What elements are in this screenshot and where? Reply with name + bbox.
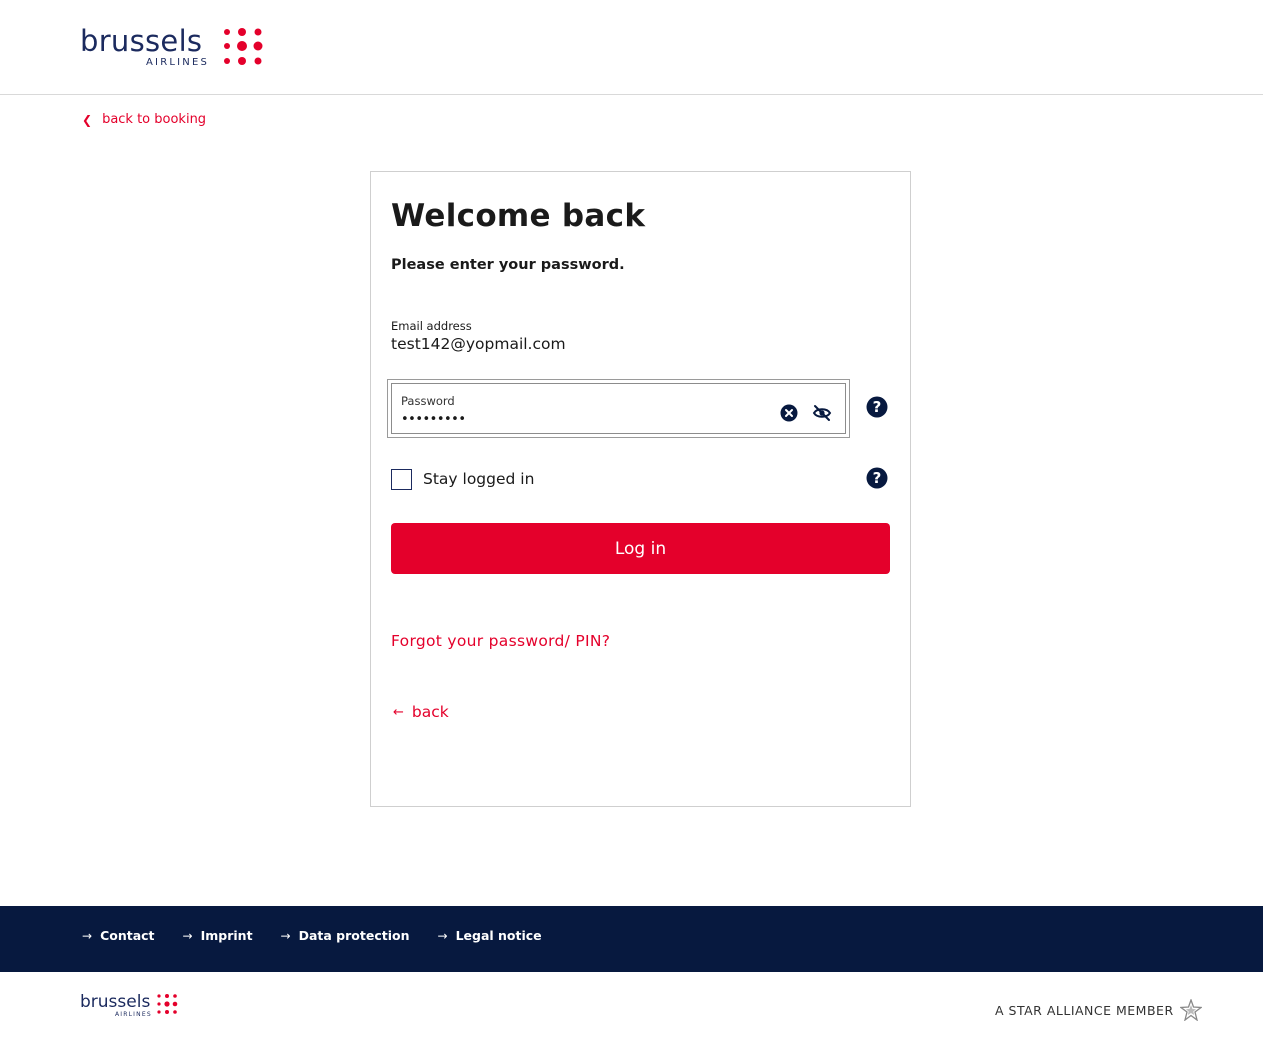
logo-subtext: AIRLINES <box>146 57 210 68</box>
footer-logo-wordmark: brussels <box>80 992 151 1012</box>
back-link-label: back <box>411 703 449 721</box>
password-label: Password <box>401 394 455 408</box>
svg-text:?: ? <box>873 469 882 487</box>
password-input[interactable] <box>401 412 761 427</box>
chevron-left-icon: ❮ <box>82 112 93 127</box>
footer-logo[interactable]: brussels AIRLINES <box>80 992 190 1022</box>
arrow-left-icon: ← <box>393 704 404 720</box>
footer-link-label: Imprint <box>200 928 253 943</box>
password-field[interactable]: Password <box>391 383 846 434</box>
footer-links-bar: → Contact → Imprint → Data protection → … <box>0 906 1263 972</box>
footer-logo-subtext: AIRLINES <box>115 1011 152 1018</box>
arrow-right-icon: → <box>82 928 93 943</box>
logo-wordmark: brussels <box>80 24 203 58</box>
stay-logged-in-checkbox[interactable] <box>391 469 412 490</box>
logo-dots-icon <box>224 28 263 65</box>
footer-link-label: Data protection <box>298 928 410 943</box>
stay-logged-in-help-icon[interactable]: ? <box>866 467 888 489</box>
svg-text:?: ? <box>873 398 882 416</box>
footer-bottom: brussels AIRLINES A STAR ALLIANCE MEMBER <box>0 972 1263 1040</box>
page-title: Welcome back <box>391 198 646 234</box>
back-link[interactable]: ← back <box>393 703 449 721</box>
back-to-booking-label: back to booking <box>102 112 207 127</box>
footer-link-label: Legal notice <box>455 928 542 943</box>
forgot-password-link[interactable]: Forgot your password/ PIN? <box>391 632 610 650</box>
login-button[interactable]: Log in <box>391 523 890 574</box>
password-field-focus-ring: Password <box>387 379 850 438</box>
arrow-right-icon: → <box>437 928 448 943</box>
site-header: brussels AIRLINES <box>0 0 1263 95</box>
footer-link-legal-notice[interactable]: → Legal notice <box>438 928 542 943</box>
star-alliance-icon <box>1179 999 1202 1021</box>
star-alliance-text: A STAR ALLIANCE MEMBER <box>995 1002 1174 1018</box>
star-alliance-badge: A STAR ALLIANCE MEMBER <box>995 999 1202 1021</box>
brussels-airlines-logo[interactable]: brussels AIRLINES <box>80 24 270 72</box>
footer-link-imprint[interactable]: → Imprint <box>183 928 253 943</box>
login-subtitle: Please enter your password. <box>391 257 625 273</box>
arrow-right-icon: → <box>182 928 193 943</box>
email-label: Email address <box>391 319 472 333</box>
arrow-right-icon: → <box>280 928 291 943</box>
footer-links: → Contact → Imprint → Data protection → … <box>82 928 542 943</box>
login-card: Welcome back Please enter your password.… <box>370 171 911 807</box>
footer-link-data-protection[interactable]: → Data protection <box>281 928 410 943</box>
back-to-booking-link[interactable]: ❮ back to booking <box>82 112 206 127</box>
email-value: test142@yopmail.com <box>391 335 566 353</box>
stay-logged-in-label[interactable]: Stay logged in <box>423 470 534 488</box>
footer-link-contact[interactable]: → Contact <box>82 928 155 943</box>
footer-logo-dots-icon <box>157 994 178 1014</box>
clear-circle-icon[interactable] <box>780 404 798 422</box>
password-help-icon[interactable]: ? <box>866 396 888 418</box>
footer-link-label: Contact <box>100 928 155 943</box>
eye-off-icon[interactable] <box>812 404 832 422</box>
